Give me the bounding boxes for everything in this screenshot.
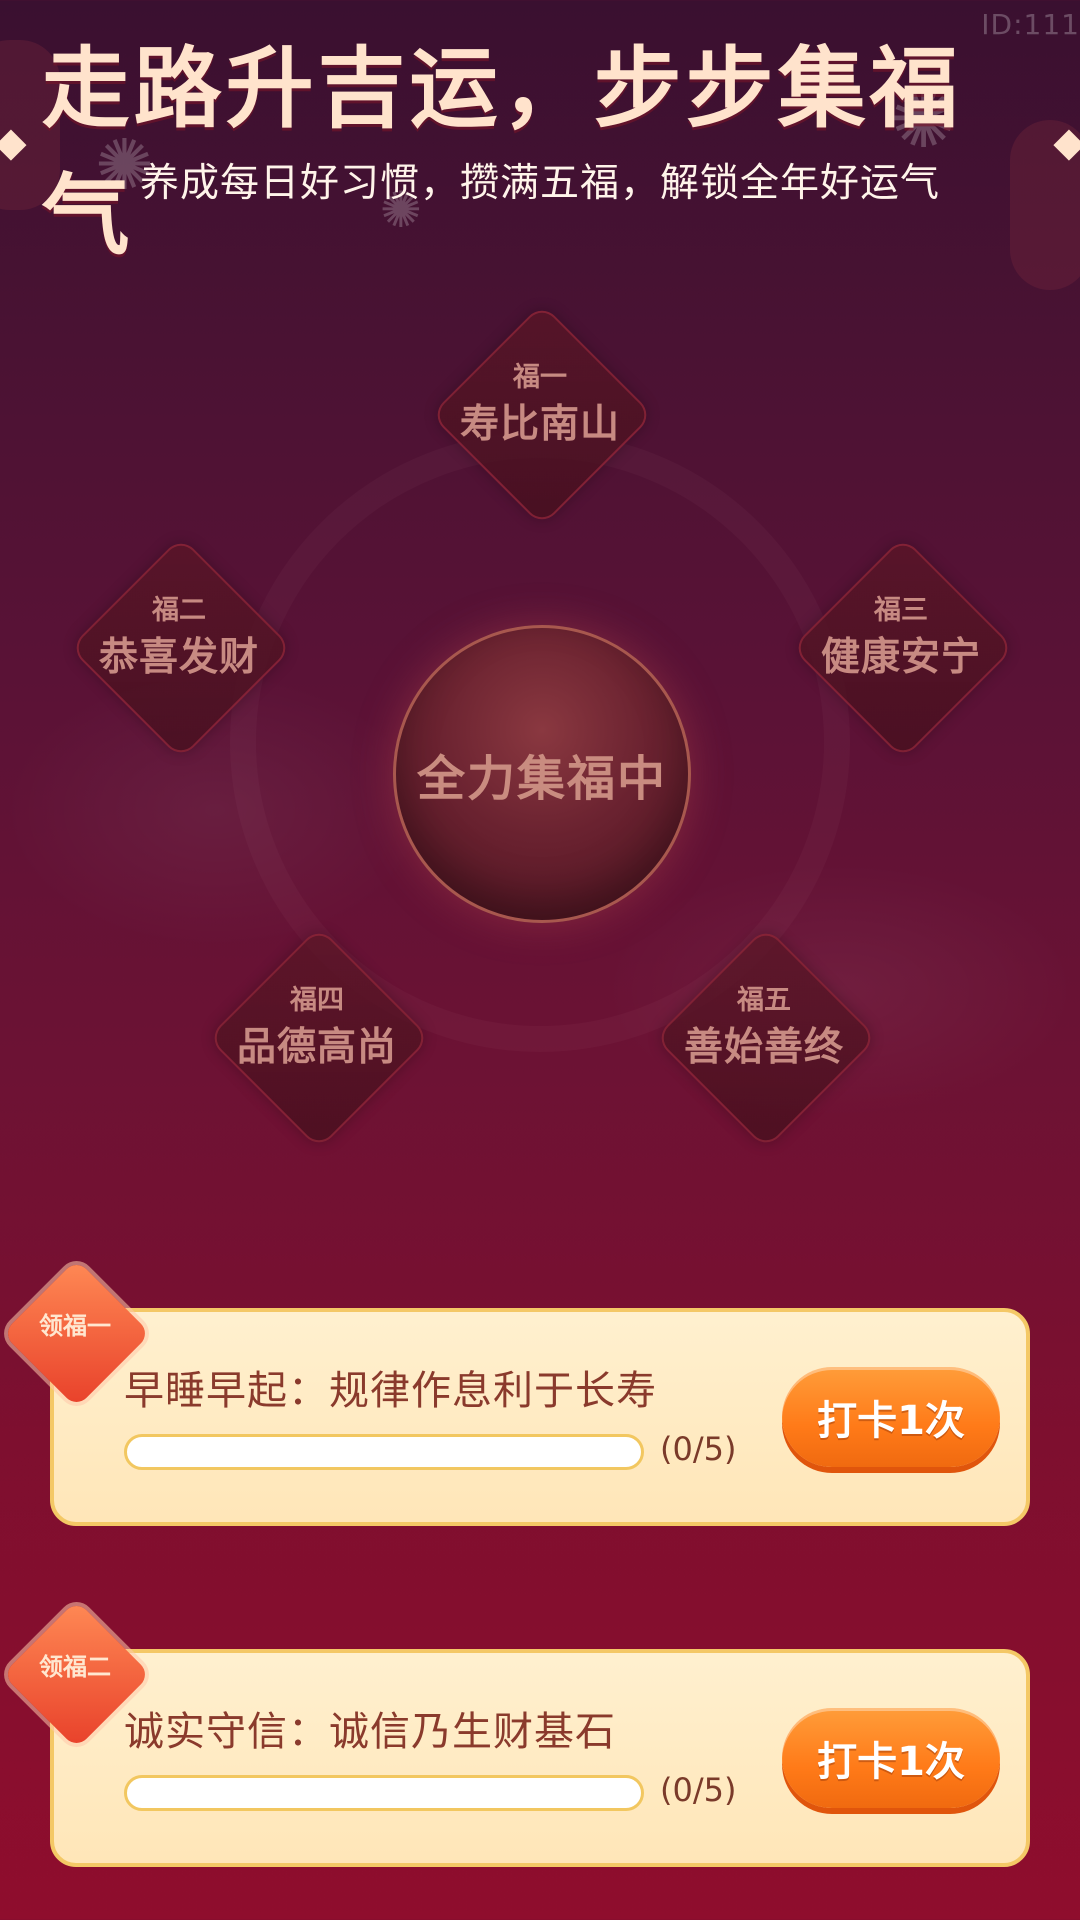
blessing-node-5[interactable]: 福五 善始善终: [654, 926, 878, 1150]
checkin-button-label: 打卡1次: [817, 1739, 965, 1785]
task-progress-count: (0/5): [660, 1771, 737, 1809]
blessing-name: 恭喜发财: [98, 635, 259, 680]
blessing-label: 福一: [513, 362, 567, 393]
blessing-node-1[interactable]: 福一 寿比南山: [430, 303, 654, 527]
task-progress-count: (0/5): [660, 1430, 737, 1468]
page-subtitle: 养成每日好习惯，攒满五福，解锁全年好运气: [139, 161, 940, 206]
blessing-label: 福二: [152, 595, 206, 626]
page-header: 走路升吉运，步步集福气: [0, 18, 1080, 272]
blessing-label: 福四: [290, 985, 344, 1016]
checkin-button[interactable]: 打卡1次: [782, 1367, 1000, 1467]
task-progress-bar: [124, 1434, 644, 1470]
task-text: 诚实守信：诚信乃生财基石: [124, 1709, 616, 1755]
task-progress-bar: [124, 1775, 644, 1811]
blessing-name: 寿比南山: [459, 402, 620, 447]
collect-status-orb[interactable]: 全力集福中: [393, 625, 691, 923]
blessing-name: 品德高尚: [236, 1025, 397, 1070]
blessing-label: 福五: [737, 985, 791, 1016]
task-badge-label: 领福一: [39, 1312, 111, 1340]
task-text: 早睡早起：规律作息利于长寿: [124, 1368, 657, 1414]
task-badge-label: 领福二: [39, 1653, 111, 1681]
blessing-node-4[interactable]: 福四 品德高尚: [207, 926, 431, 1150]
task-card-1: 早睡早起：规律作息利于长寿 (0/5) 打卡1次: [50, 1308, 1030, 1526]
blessing-name: 善始善终: [683, 1025, 844, 1070]
checkin-button[interactable]: 打卡1次: [782, 1708, 1000, 1808]
blessing-node-2[interactable]: 福二 恭喜发财: [69, 536, 293, 760]
page-title: 走路升吉运，步步集福气: [41, 37, 962, 267]
blessing-name: 健康安宁: [820, 635, 981, 680]
blessing-node-3[interactable]: 福三 健康安宁: [791, 536, 1015, 760]
checkin-button-label: 打卡1次: [817, 1398, 965, 1444]
collect-status-text: 全力集福中: [416, 751, 667, 807]
blessing-label: 福三: [874, 595, 928, 626]
task-card-2: 诚实守信：诚信乃生财基石 (0/5) 打卡1次: [50, 1649, 1030, 1867]
